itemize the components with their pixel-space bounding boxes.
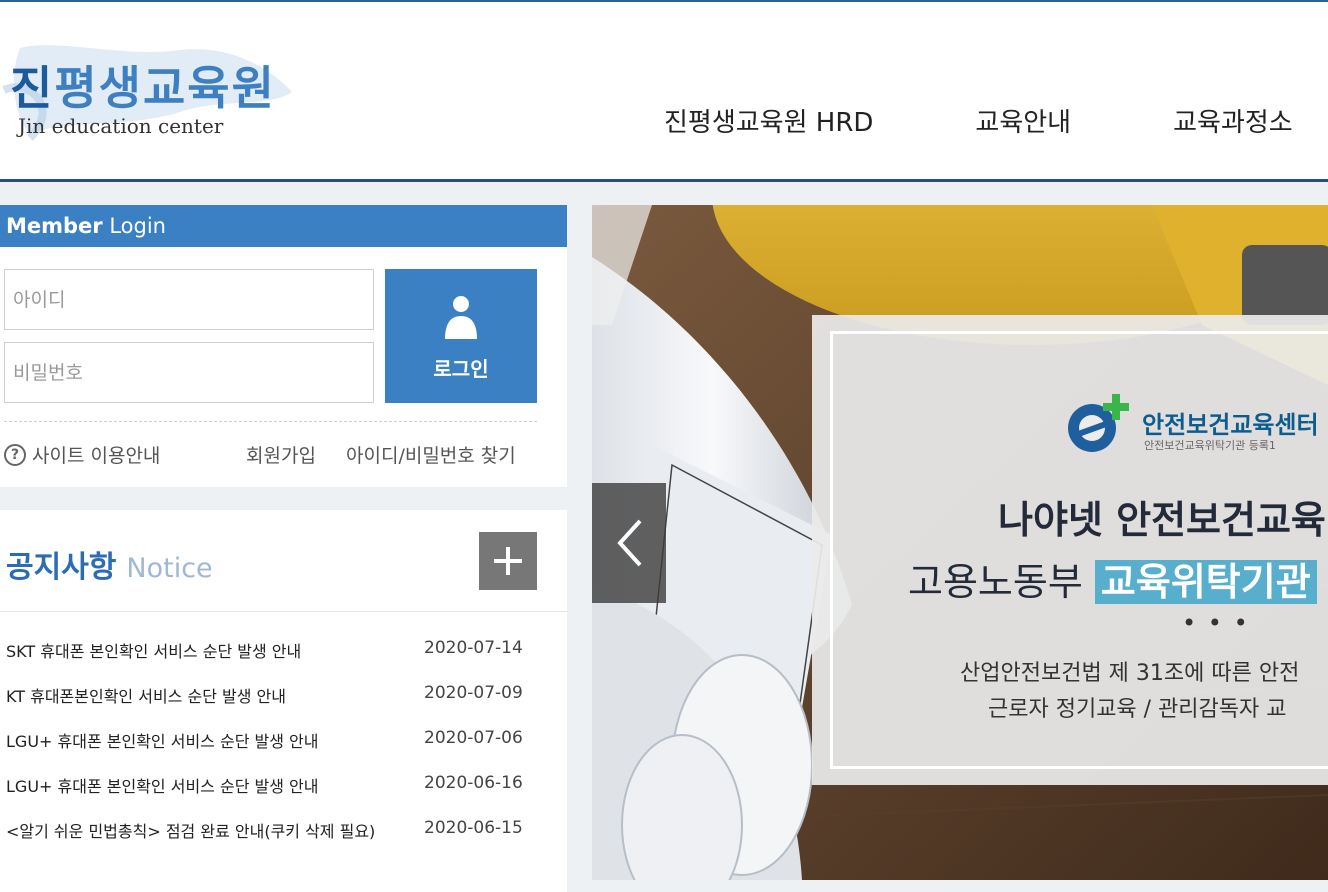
notice-item[interactable]: LGU+ 휴대폰 본인확인 서비스 순단 발생 안내 2020-06-16 [6, 773, 536, 818]
nav-item-courses[interactable]: 교육과정소 [1173, 102, 1293, 139]
main-banner-slider: 안전보건교육센터 안전보건교육위탁기관 등록1 나야넷 안전보건교육 고용노동부… [592, 205, 1328, 880]
logo-title-first: 진 [10, 61, 55, 115]
banner-subline: 고용노동부 교육위탁기관 [908, 551, 1317, 606]
login-header-bold: Member [6, 214, 103, 238]
banner-dots: • • • [1182, 609, 1250, 637]
notice-item[interactable]: SKT 휴대폰 본인확인 서비스 순단 발생 안내 2020-07-14 [6, 638, 536, 683]
banner-headline: 나야넷 안전보건교육 [998, 498, 1326, 542]
nav-item-hrd[interactable]: 진평생교육원 HRD [664, 102, 873, 139]
banner-subline-highlight: 교육위탁기관 [1094, 560, 1317, 604]
notice-item-title: SKT 휴대폰 본인확인 서비스 순단 발생 안내 [6, 642, 302, 661]
site-guide-label: 사이트 이용안내 [32, 445, 161, 467]
notice-item-date: 2020-07-09 [424, 683, 523, 703]
nav-item-education-guide[interactable]: 교육안내 [975, 102, 1071, 139]
main-navigation: 진평생교육원 HRD 교육안내 교육과정소 [664, 102, 1328, 139]
banner-org-sub: 안전보건교육위탁기관 등록1 [1144, 439, 1276, 452]
notice-divider [0, 611, 567, 612]
password-input[interactable] [4, 342, 374, 403]
login-button[interactable]: 로그인 [385, 269, 537, 403]
login-header-rest: Login [109, 214, 166, 238]
notice-more-button[interactable] [479, 532, 537, 590]
notice-item[interactable]: <알기 쉬운 민법총칙> 점검 완료 안내(쿠키 삭제 필요) 2020-06-1… [6, 818, 536, 863]
banner-prev-button[interactable] [592, 483, 666, 603]
notice-item-title: LGU+ 휴대폰 본인확인 서비스 순단 발생 안내 [6, 777, 319, 796]
notice-title-en: Notice [126, 553, 213, 584]
safety-center-logo-icon [1068, 394, 1129, 452]
banner-description-line2: 근로자 정기교육 / 관리감독자 교 [988, 697, 1287, 722]
banner-card: 안전보건교육센터 안전보건교육위탁기관 등록1 나야넷 안전보건교육 고용노동부… [812, 315, 1328, 785]
logo-subtitle: Jin education center [18, 114, 224, 138]
notice-item-title: <알기 쉬운 민법총칙> 점검 완료 안내(쿠키 삭제 필요) [6, 822, 376, 841]
chevron-left-icon [617, 519, 642, 567]
notice-item-title: KT 휴대폰본인확인 서비스 순단 발생 안내 [6, 687, 286, 706]
notice-item-date: 2020-07-14 [424, 638, 523, 658]
signup-link[interactable]: 회원가입 [246, 441, 316, 468]
logo-title: 진평생교육원 [10, 52, 276, 118]
plus-icon [494, 547, 522, 575]
notice-item-date: 2020-06-16 [424, 773, 523, 793]
notice-item-title: LGU+ 휴대폰 본인확인 서비스 순단 발생 안내 [6, 732, 319, 751]
user-icon [445, 296, 477, 339]
banner-org-name: 안전보건교육센터 [1142, 411, 1319, 439]
id-input[interactable] [4, 269, 374, 330]
notice-panel: 공지사항 Notice SKT 휴대폰 본인확인 서비스 순단 발생 안내 2020… [0, 510, 567, 892]
site-guide-link[interactable]: ? 사이트 이용안내 [4, 441, 160, 468]
banner-description-line1: 산업안전보건법 제 31조에 따른 안전 [960, 661, 1300, 686]
banner-subline-prefix: 고용노동부 [908, 560, 1083, 604]
login-divider [4, 421, 537, 422]
notice-item-date: 2020-07-06 [424, 728, 523, 748]
login-header: Member Login [0, 205, 567, 247]
notice-item-date: 2020-06-15 [424, 818, 523, 838]
site-logo[interactable]: 진평생교육원 Jin education center [0, 38, 300, 148]
member-login-panel: Member Login 로그인 ? 사이트 이용안내 회원가입 아이디/비밀번호… [0, 205, 567, 487]
login-button-label: 로그인 [433, 357, 489, 381]
notice-title: 공지사항 Notice [6, 542, 213, 586]
notice-item[interactable]: KT 휴대폰본인확인 서비스 순단 발생 안내 2020-07-09 [6, 683, 536, 728]
notice-title-ko: 공지사항 [6, 550, 117, 585]
question-circle-icon: ? [4, 443, 26, 466]
notice-item[interactable]: LGU+ 휴대폰 본인확인 서비스 순단 발생 안내 2020-07-06 [6, 728, 536, 773]
site-header: 진평생교육원 Jin education center 진평생교육원 HRD 교… [0, 0, 1328, 182]
notice-list: SKT 휴대폰 본인확인 서비스 순단 발생 안내 2020-07-14 KT 휴… [6, 638, 536, 863]
logo-title-rest: 평생교육원 [54, 61, 276, 115]
find-account-link[interactable]: 아이디/비밀번호 찾기 [346, 441, 516, 468]
